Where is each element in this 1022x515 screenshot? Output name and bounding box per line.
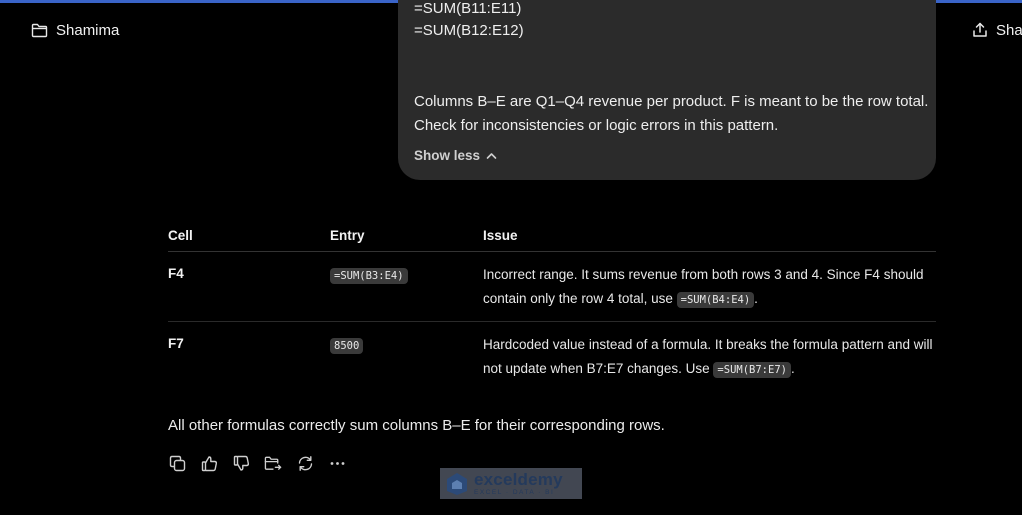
issue-end: . <box>790 361 795 376</box>
formula-line: =SUM(B11:E11) <box>414 0 522 17</box>
share-to-folder-button[interactable] <box>264 453 282 473</box>
copy-icon <box>169 455 185 471</box>
entry-value: =SUM(B3:E4) <box>330 266 408 284</box>
table-header: Cell Entry Issue <box>168 225 936 252</box>
regenerate-button[interactable] <box>296 453 314 473</box>
watermark-name: exceldemy <box>474 469 563 489</box>
thumbs-down-icon <box>233 455 249 471</box>
issue-code: =SUM(B4:E4) <box>676 292 755 308</box>
issues-table: Cell Entry Issue F4 =SUM(B3:E4) Incorrec… <box>168 225 936 390</box>
more-icon <box>330 461 344 465</box>
cell-reference: F4 <box>168 266 184 281</box>
project-button[interactable]: Shamima <box>31 19 119 41</box>
watermark-text: exceldemy EXCEL · DATA · BI <box>474 471 563 497</box>
entry-code: =SUM(B3:E4) <box>330 268 408 284</box>
issue-code: =SUM(B7:E7) <box>713 362 791 378</box>
message-actions <box>168 452 346 474</box>
column-header-issue: Issue <box>483 228 518 243</box>
issue-description: Hardcoded value instead of a formula. It… <box>483 333 938 382</box>
project-name: Shamima <box>56 21 120 39</box>
user-message-bubble: =SUM(B11:E11) =SUM(B12:E12) Columns B–E … <box>398 0 936 180</box>
column-header-entry: Entry <box>330 228 365 243</box>
issue-description: Incorrect range. It sums revenue from bo… <box>483 263 938 312</box>
more-options-button[interactable] <box>328 453 346 473</box>
thumbs-up-button[interactable] <box>200 453 218 473</box>
issue-text: Hardcoded value instead of a formula. It… <box>483 337 933 376</box>
prompt-description: Columns B–E are Q1–Q4 revenue per produc… <box>414 93 929 134</box>
regenerate-icon <box>298 455 312 471</box>
watermark-tagline: EXCEL · DATA · BI <box>474 488 555 496</box>
column-header-cell: Cell <box>168 228 193 243</box>
folder-icon <box>31 23 48 37</box>
thumbs-down-button[interactable] <box>232 453 250 473</box>
share-button[interactable]: Share <box>972 19 1022 41</box>
watermark: exceldemy EXCEL · DATA · BI <box>440 468 582 499</box>
entry-code: 8500 <box>330 338 364 354</box>
table-row: F7 8500 Hardcoded value instead of a for… <box>168 322 936 390</box>
table-row: F4 =SUM(B3:E4) Incorrect range. It sums … <box>168 252 936 322</box>
formula-line: =SUM(B12:E12) <box>414 22 524 39</box>
copy-button[interactable] <box>168 453 186 473</box>
cell-reference: F7 <box>168 336 184 351</box>
share-icon <box>973 22 987 37</box>
share-label: Share <box>996 21 1022 39</box>
show-less-label: Show less <box>414 148 481 163</box>
response-summary: All other formulas correctly sum columns… <box>168 417 665 434</box>
chevron-up-icon <box>486 152 497 159</box>
thumbs-up-icon <box>201 455 217 471</box>
exceldemy-logo-icon <box>447 472 467 495</box>
issue-end: . <box>754 291 758 306</box>
entry-value: 8500 <box>330 336 364 354</box>
share-to-folder-icon <box>264 456 282 470</box>
show-less-button[interactable]: Show less <box>414 148 497 163</box>
